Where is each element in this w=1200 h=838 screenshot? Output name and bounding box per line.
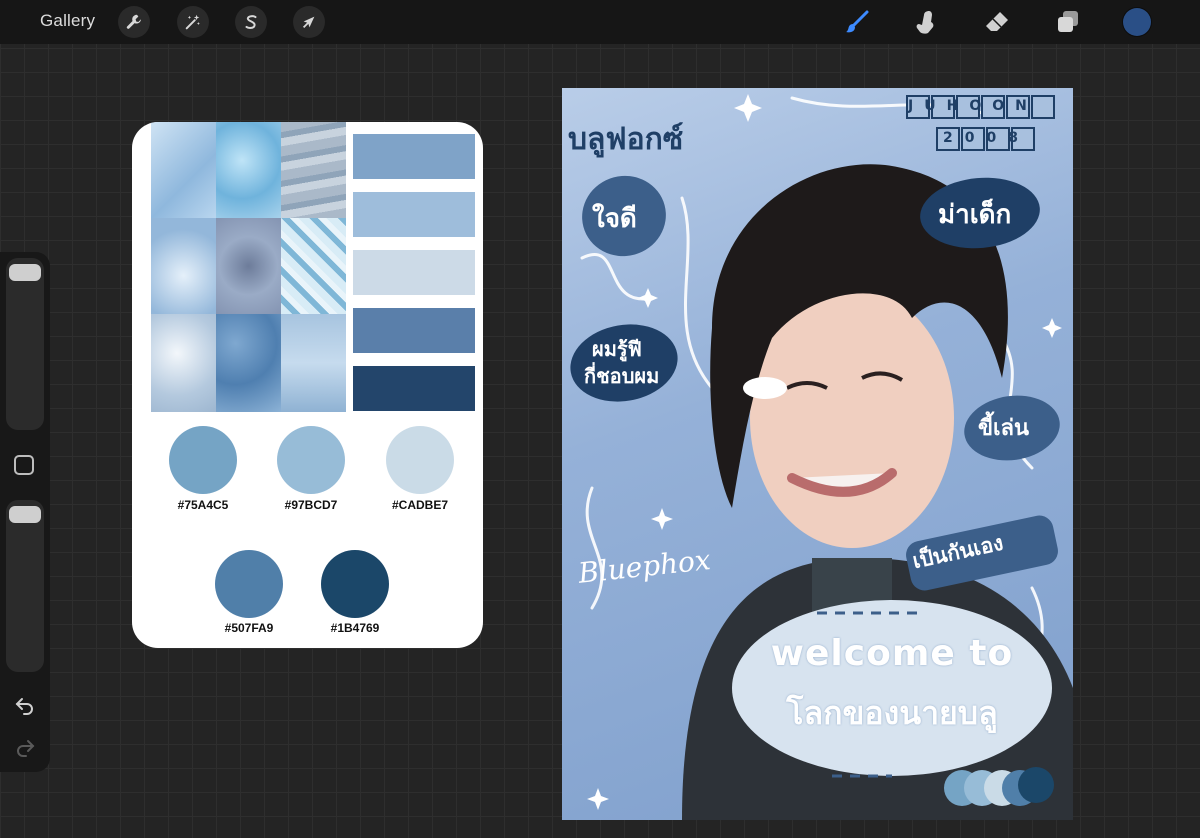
wrench-icon[interactable] bbox=[118, 6, 150, 38]
magic-wand-icon[interactable] bbox=[177, 6, 209, 38]
badge-letter: U bbox=[924, 98, 947, 114]
redo-icon[interactable] bbox=[14, 736, 36, 758]
badge-letter: O bbox=[992, 98, 1016, 114]
mood-tile bbox=[151, 314, 216, 412]
mood-tile bbox=[216, 218, 281, 314]
swatch-hex-label: #97BCD7 bbox=[284, 498, 338, 512]
swatch-hex-label: #CADBE7 bbox=[391, 498, 448, 512]
badge-name: JUHOON bbox=[908, 98, 1058, 114]
badge-letter: J bbox=[908, 98, 925, 114]
mood-tile bbox=[281, 314, 346, 412]
moodboard-collage bbox=[151, 122, 347, 412]
badge-digit: 2 bbox=[943, 130, 965, 146]
artwork-canvas[interactable]: บลูฟอกซ์ JUHOON 2008 ใจดี ม่าเด็ก ผมรู้ฟ… bbox=[562, 88, 1073, 820]
sticker-line-2: กี่ชอบผม bbox=[584, 364, 660, 388]
mood-tile bbox=[151, 218, 216, 314]
opacity-thumb[interactable] bbox=[9, 506, 41, 523]
move-arrow-icon[interactable] bbox=[293, 6, 325, 38]
artwork-title-thai: บลูฟอกซ์ bbox=[568, 122, 684, 157]
sticker-playful: ขี้เล่น bbox=[978, 416, 1030, 441]
top-toolbar: Gallery bbox=[0, 0, 1200, 44]
sticker-cute: ม่าเด็ก bbox=[938, 200, 1012, 230]
color-strip bbox=[353, 134, 475, 179]
badge-letter: H bbox=[946, 98, 970, 114]
gallery-button[interactable]: Gallery bbox=[40, 11, 95, 31]
opacity-slider[interactable] bbox=[6, 500, 44, 672]
layers-icon[interactable] bbox=[1053, 7, 1083, 37]
badge-digit: 0 bbox=[986, 130, 1009, 146]
mood-tile bbox=[281, 122, 346, 218]
badge-year: 2008 bbox=[943, 130, 1043, 146]
welcome-line-1: welcome to bbox=[770, 633, 1014, 674]
swatch-circle bbox=[277, 426, 345, 494]
mood-tile bbox=[216, 122, 281, 218]
smudge-icon[interactable] bbox=[911, 7, 941, 37]
brush-size-slider[interactable] bbox=[6, 258, 44, 430]
welcome-line-2: โลกของนายบลู bbox=[786, 694, 998, 732]
swatch-hex-label: #75A4C5 bbox=[177, 498, 229, 512]
undo-icon[interactable] bbox=[14, 694, 36, 716]
color-strip bbox=[353, 192, 475, 237]
brush-size-thumb[interactable] bbox=[9, 264, 41, 281]
color-palette-card: #75A4C5 #97BCD7 #CADBE7 #507FA9 #1B4769 bbox=[132, 122, 483, 648]
badge-digit: 8 bbox=[1008, 130, 1030, 146]
swatch-circle bbox=[321, 550, 389, 618]
swatch-circle bbox=[386, 426, 454, 494]
modify-button[interactable] bbox=[14, 455, 34, 475]
color-strip bbox=[353, 308, 475, 353]
sticker-kind: ใจดี bbox=[592, 204, 637, 234]
brush-icon[interactable] bbox=[842, 7, 872, 37]
color-strip bbox=[353, 250, 475, 295]
eraser-icon[interactable] bbox=[982, 7, 1012, 37]
mood-tile bbox=[216, 314, 281, 412]
active-color-swatch[interactable] bbox=[1123, 8, 1151, 36]
color-strip bbox=[353, 366, 475, 411]
badge-letter: O bbox=[969, 98, 993, 114]
badge-letter: N bbox=[1015, 98, 1038, 114]
swatch-hex-label: #507FA9 bbox=[224, 621, 274, 635]
selection-s-icon[interactable] bbox=[235, 6, 267, 38]
mood-tile bbox=[281, 218, 346, 314]
swatch-circle bbox=[215, 550, 283, 618]
left-sidebar bbox=[0, 252, 50, 772]
swatch-hex-label: #1B4769 bbox=[330, 621, 380, 635]
mood-tile bbox=[151, 122, 216, 218]
badge-digit: 0 bbox=[964, 130, 987, 146]
swatch-circle bbox=[169, 426, 237, 494]
